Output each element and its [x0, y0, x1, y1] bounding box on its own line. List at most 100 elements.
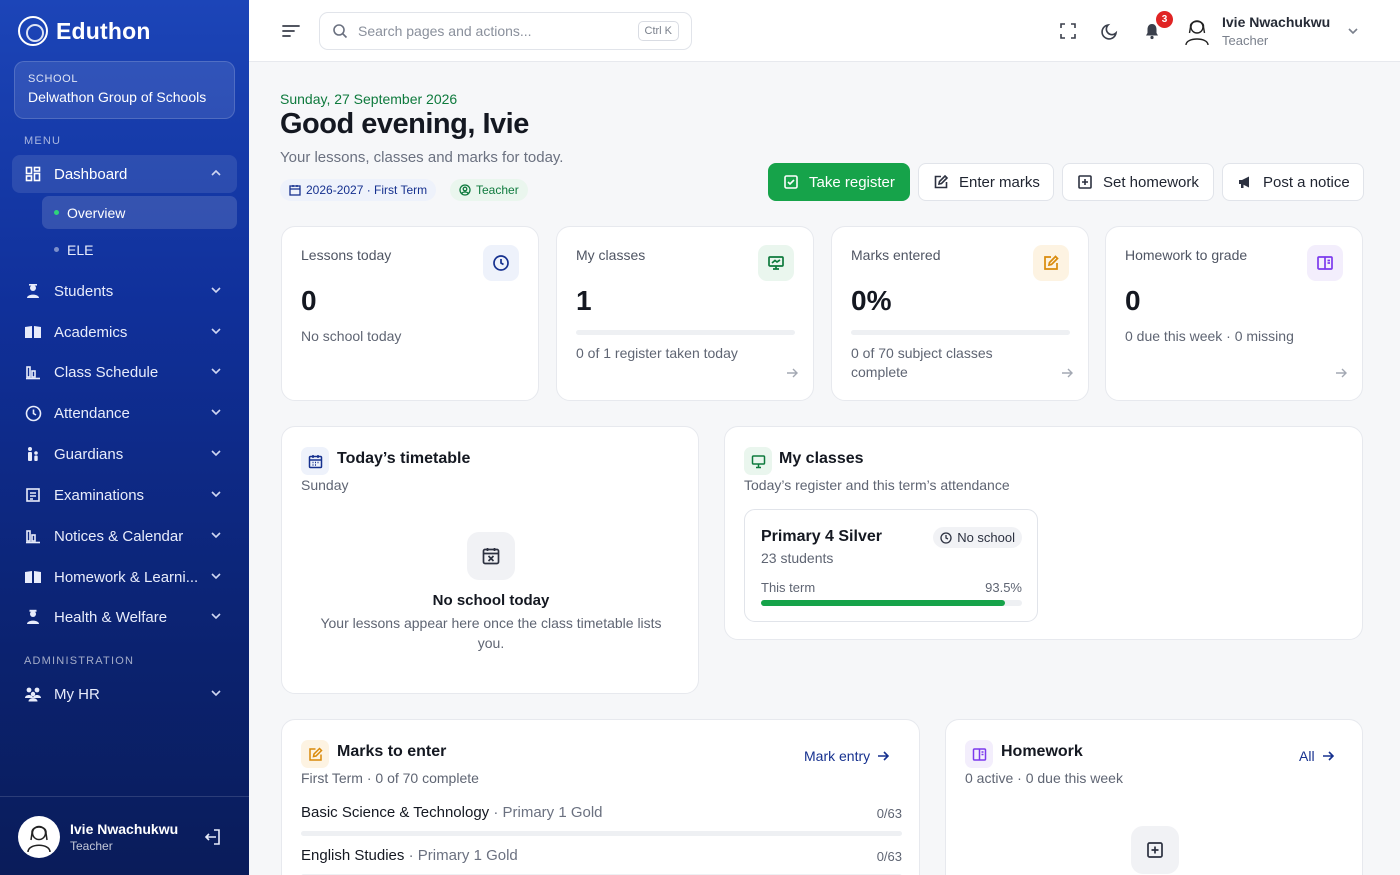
topbar-user-name[interactable]: Ivie Nwachukwu [1222, 14, 1330, 30]
menu-section-label: MENU [24, 135, 62, 147]
presentation-icon [758, 245, 794, 281]
logout-icon[interactable] [203, 827, 223, 847]
dot-icon [54, 247, 59, 252]
sidebar-item-label: Guardians [54, 445, 124, 463]
set-homework-button[interactable]: Set homework [1062, 163, 1214, 201]
dark-mode-icon[interactable] [1099, 20, 1121, 42]
panel-subtitle: First Term · 0 of 70 complete [301, 770, 479, 786]
sidebar-item-homework-learning[interactable]: Homework & Learni... [12, 558, 237, 596]
status-badge: No school [933, 527, 1022, 548]
stat-note: 0 of 1 register taken today [576, 345, 738, 361]
calendar-icon [301, 447, 329, 475]
dashboard-icon [24, 165, 42, 183]
topbar: Ctrl K 3 Ivie Nwachukwu Teacher [249, 0, 1400, 62]
sidebar-item-dashboard[interactable]: Dashboard [12, 155, 237, 193]
sidebar-item-label: Notices & Calendar [54, 527, 184, 545]
fullscreen-icon[interactable] [1057, 20, 1079, 42]
stat-value: 1 [576, 285, 592, 316]
arrow-right-icon[interactable] [1334, 366, 1348, 380]
sidebar-subitem-overview[interactable]: Overview [42, 196, 237, 229]
mark-count: 0/63 [876, 806, 902, 821]
panel-title: Marks to enter [337, 743, 447, 760]
stat-note: 0 of 70 subject classes complete [851, 345, 993, 380]
brand-logo-icon [18, 16, 48, 46]
menu-toggle-icon[interactable] [279, 20, 303, 42]
book-icon [24, 323, 42, 341]
stat-value: 0 [1125, 285, 1141, 316]
checkbox-icon [784, 175, 798, 189]
chevron-down-icon [211, 409, 221, 416]
class-name: Primary 4 Silver [761, 528, 882, 545]
sidebar-item-notices-calendar[interactable]: Notices & Calendar [12, 517, 237, 555]
post-notice-button[interactable]: Post a notice [1222, 163, 1364, 201]
chevron-down-icon[interactable] [1346, 24, 1360, 38]
stat-card-my-classes[interactable]: My classes 1 0 of 1 register taken today [556, 226, 814, 401]
edit-icon [1033, 245, 1069, 281]
sidebar-item-class-schedule[interactable]: Class Schedule [12, 353, 237, 391]
family-icon [24, 445, 42, 463]
sidebar-subitem-ele[interactable]: ELE [42, 233, 237, 266]
active-dot-icon [54, 210, 59, 215]
sidebar-item-academics[interactable]: Academics [12, 313, 237, 351]
enter-marks-button[interactable]: Enter marks [918, 163, 1054, 201]
sidebar-user-role: Teacher [70, 839, 113, 853]
chevron-down-icon [211, 613, 221, 620]
sidebar-item-label: Dashboard [54, 165, 128, 183]
sidebar-subitem-label: Overview [67, 204, 126, 221]
school-switcher[interactable]: SCHOOL Delwathon Group of Schools [14, 61, 235, 119]
arrow-right-icon[interactable] [785, 366, 799, 380]
chevron-down-icon [211, 328, 221, 335]
sidebar-item-health-welfare[interactable]: Health & Welfare [12, 598, 237, 636]
presentation-icon [744, 447, 772, 475]
page-subtitle: Your lessons, classes and marks for toda… [280, 149, 564, 166]
status-badge-label: No school [957, 530, 1015, 545]
people-icon [24, 685, 42, 703]
arrow-right-icon[interactable] [1060, 366, 1074, 380]
topbar-user-role: Teacher [1222, 33, 1269, 48]
avatar[interactable] [1183, 16, 1211, 46]
take-register-button[interactable]: Take register [768, 163, 910, 201]
stat-value: 0 [301, 285, 317, 316]
term-attendance-label: This term [761, 580, 816, 595]
mark-subject: Basic Science & Technology [301, 804, 490, 821]
search-icon [333, 24, 348, 39]
homework-panel: Homework 0 active · 0 due this week All [945, 719, 1363, 875]
stat-title: Lessons today [301, 247, 392, 263]
class-card-primary-4-silver[interactable]: Primary 4 Silver 23 students No school T… [744, 509, 1038, 622]
current-date: Sunday, 27 September 2026 [280, 91, 458, 107]
stat-card-homework[interactable]: Homework to grade 0 0 due this week · 0 … [1105, 226, 1363, 401]
stat-card-lessons: Lessons today 0 No school today [281, 226, 539, 401]
stat-title: Marks entered [851, 247, 941, 263]
book-open-icon [1307, 245, 1343, 281]
list-item[interactable]: Basic Science & Technology · Primary 1 G… [301, 804, 902, 836]
stat-title: Homework to grade [1125, 247, 1248, 263]
brand[interactable]: Eduthon [18, 14, 151, 48]
notification-count-badge: 3 [1156, 11, 1173, 28]
sidebar-item-guardians[interactable]: Guardians [12, 435, 237, 473]
arrow-right-icon [878, 751, 890, 761]
stat-title: My classes [576, 247, 646, 263]
nurse-icon [24, 608, 42, 626]
calendar-x-icon [467, 532, 515, 580]
clock-icon [483, 245, 519, 281]
panel-subtitle: Today’s register and this term’s attenda… [744, 477, 1010, 493]
panel-title: My classes [779, 450, 864, 467]
sidebar-item-students[interactable]: Students [12, 272, 237, 310]
search-input[interactable] [358, 23, 628, 39]
add-document-icon [1078, 175, 1092, 189]
sidebar-item-attendance[interactable]: Attendance [12, 394, 237, 432]
sidebar-item-label: Class Schedule [54, 363, 159, 381]
list-item[interactable]: English Studies · Primary 1 Gold 0/63 [301, 847, 902, 875]
avatar[interactable] [18, 816, 60, 858]
chevron-down-icon [211, 491, 221, 498]
clock-icon [24, 404, 42, 422]
sidebar-item-label: Attendance [54, 404, 130, 422]
search-box[interactable]: Ctrl K [319, 12, 692, 50]
stat-card-marks-entered[interactable]: Marks entered 0% 0 of 70 subject classes… [831, 226, 1089, 401]
page-title: Good evening, Ivie [280, 108, 529, 140]
homework-all-link[interactable]: All [1299, 748, 1334, 764]
sidebar-item-my-hr[interactable]: My HR [12, 675, 237, 713]
mark-entry-link[interactable]: Mark entry [804, 748, 890, 764]
panel-subtitle: Sunday [301, 477, 349, 493]
sidebar-item-examinations[interactable]: Examinations [12, 476, 237, 514]
